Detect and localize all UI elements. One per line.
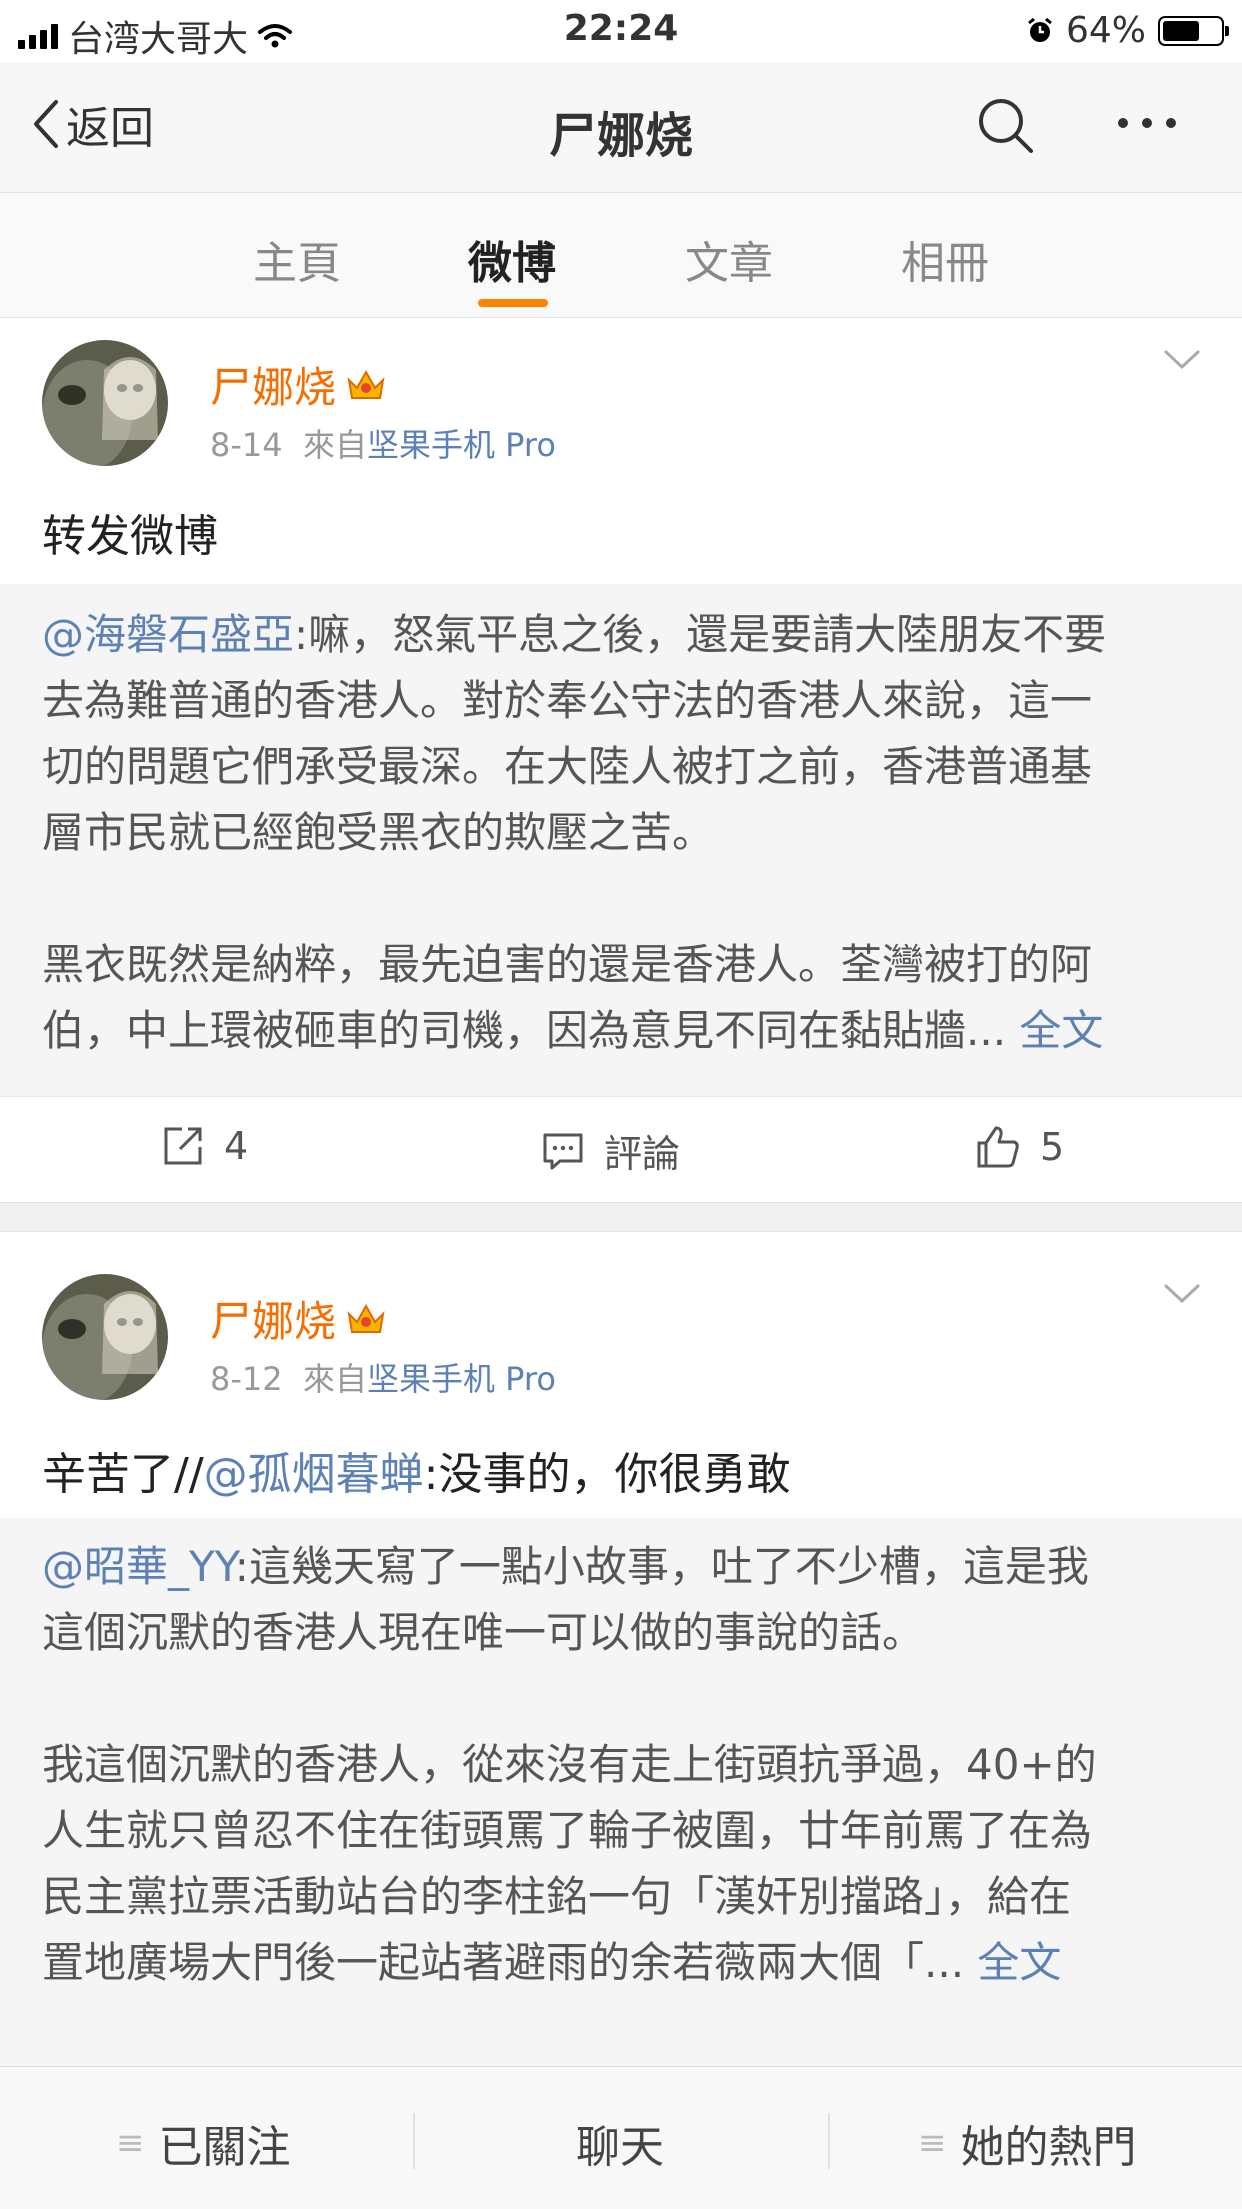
hot-posts-button[interactable]: ≡ 她的熱門	[918, 2111, 1137, 2175]
quote-line: 去為難普通的香港人。對於奉公守法的香港人來說，這一	[42, 676, 1093, 725]
post-author[interactable]: 尸娜烧	[210, 354, 386, 415]
quote-line: 伯，中上環被砸車的司機，因為意見不同在黏貼牆... 全文	[42, 1006, 1104, 1055]
like-count: 5	[1040, 1125, 1065, 1169]
bottom-bar: ≡ 已關注 聊天 ≡ 她的熱門	[0, 2066, 1242, 2209]
navigation-bar: 返回 尸娜烧	[0, 62, 1242, 193]
comment-label: 評論	[604, 1132, 681, 1176]
post-from: 來自	[302, 426, 367, 464]
quote-line: 民主黨拉票活動站台的李柱銘一句「漢奸別擋路」，給在	[42, 1872, 1072, 1921]
mention-link[interactable]: @昭華_YY	[42, 1542, 235, 1591]
author-name: 尸娜烧	[210, 1297, 337, 1346]
quote-line: 這個沉默的香港人現在唯一可以做的事說的話。	[42, 1608, 925, 1657]
post-author[interactable]: 尸娜烧	[210, 1288, 386, 1349]
quote-line: 置地廣場大門後一起站著避雨的余若薇兩大個「... 全文	[42, 1938, 1062, 1987]
repost-count: 4	[224, 1124, 249, 1168]
thumbs-up-icon	[977, 1126, 1019, 1168]
avatar[interactable]	[42, 1274, 168, 1400]
retweet-box[interactable]: @昭華_YY:這幾天寫了一點小故事，吐了不少槽，這是我 這個沉默的香港人現在唯一…	[0, 1518, 1242, 2066]
menu-icon: ≡	[918, 2123, 947, 2163]
post-separator	[0, 1202, 1242, 1232]
search-icon[interactable]	[976, 96, 1036, 156]
like-button[interactable]: 5	[974, 1123, 1064, 1171]
post-text: 辛苦了//@孤烟暮蝉:没事的，你很勇敢	[42, 1449, 791, 1500]
weibo-post: 尸娜烧 8-12 來自坚果手机 Pro 辛苦了//@孤烟暮蝉:没事的，你很勇敢 …	[0, 1232, 1242, 2066]
avatar[interactable]	[42, 340, 168, 466]
tab-weibo[interactable]: 微博	[468, 227, 556, 291]
hot-posts-label: 她的熱門	[960, 2122, 1137, 2173]
crown-badge-icon	[347, 1303, 385, 1333]
tab-albums[interactable]: 相冊	[901, 227, 989, 291]
weibo-post: 尸娜烧 8-14 來自坚果手机 Pro 转发微博 @海磐石盛亞:嘛，怒氣平息之後…	[0, 318, 1242, 1203]
post-date: 8-12	[210, 1360, 283, 1398]
post-source[interactable]: 坚果手机 Pro	[367, 1360, 556, 1398]
quote-line: @昭華_YY:這幾天寫了一點小故事，吐了不少槽，這是我	[42, 1542, 1089, 1591]
battery-icon	[1158, 15, 1229, 46]
repost-icon	[164, 1127, 202, 1165]
full-text-link[interactable]: 全文	[1019, 1006, 1103, 1055]
tab-home[interactable]: 主頁	[253, 227, 341, 291]
chat-button[interactable]: 聊天	[576, 2111, 664, 2175]
divider	[413, 2113, 415, 2169]
chevron-down-icon[interactable]	[1163, 1282, 1201, 1306]
mention-link[interactable]: @孤烟暮蝉	[204, 1449, 424, 1500]
battery-percent: 64%	[1065, 10, 1146, 51]
page-title: 尸娜烧	[548, 108, 693, 164]
crown-badge-icon	[347, 369, 385, 399]
quote-line: 人生就只曾忍不住在街頭罵了輪子被圍，廿年前罵了在為	[42, 1806, 1093, 1855]
chat-label: 聊天	[576, 2122, 664, 2173]
post-source[interactable]: 坚果手机 Pro	[367, 426, 556, 464]
post-from: 來自	[302, 1360, 367, 1398]
status-bar: 台湾大哥大 22:24 64%	[0, 0, 1242, 62]
quote-line: @海磐石盛亞:嘛，怒氣平息之後，還是要請大陸朋友不要	[42, 610, 1107, 659]
quote-line: 切的問題它們承受最深。在大陸人被打之前，香港普通基	[42, 742, 1093, 791]
mention-link[interactable]: @海磐石盛亞	[42, 610, 294, 659]
post-date: 8-14	[210, 426, 283, 464]
quote-line: 黑衣既然是納粹，最先迫害的還是香港人。荃灣被打的阿	[42, 940, 1093, 989]
retweet-box[interactable]: @海磐石盛亞:嘛，怒氣平息之後，還是要請大陸朋友不要 去為難普通的香港人。對於奉…	[0, 584, 1242, 1096]
alarm-icon	[1028, 17, 1052, 42]
author-name: 尸娜烧	[210, 363, 337, 412]
post-text: 转发微博	[42, 511, 218, 562]
status-right: 64%	[1026, 10, 1229, 51]
post-meta: 8-14 來自坚果手机 Pro	[210, 420, 556, 466]
repost-button[interactable]: 4	[160, 1123, 248, 1169]
divider	[828, 2113, 830, 2169]
active-tab-indicator	[478, 299, 548, 307]
post-meta: 8-12 來自坚果手机 Pro	[210, 1354, 556, 1400]
profile-tabs: 主頁 微博 文章 相冊	[0, 193, 1242, 318]
chevron-down-icon[interactable]	[1163, 348, 1201, 372]
following-label: 已關注	[158, 2122, 291, 2173]
post-actions: 4 評論 5	[0, 1096, 1242, 1203]
comment-icon	[543, 1133, 583, 1169]
following-button[interactable]: ≡ 已關注	[116, 2111, 291, 2175]
comment-button[interactable]: 評論	[540, 1123, 680, 1178]
full-text-link[interactable]: 全文	[977, 1938, 1061, 1987]
menu-icon: ≡	[116, 2123, 145, 2163]
quote-line: 層市民就已經飽受黑衣的欺壓之苦。	[42, 808, 715, 857]
tab-articles[interactable]: 文章	[685, 227, 773, 291]
more-icon[interactable]	[1118, 118, 1176, 128]
quote-line: 我這個沉默的香港人，從來沒有走上街頭抗爭過，40+的	[42, 1740, 1097, 1789]
